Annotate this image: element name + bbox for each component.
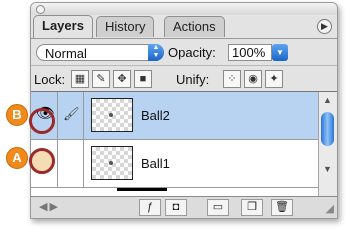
layer-thumbnail (91, 146, 133, 180)
layers-panel: Layers History Actions ▶ Normal ▲ ▼ Opaci… (30, 2, 338, 219)
unify-style-icon[interactable]: ✦ (265, 70, 283, 88)
layer-row-ball1[interactable]: Ball1 (31, 140, 318, 188)
unify-visibility-icon[interactable]: ◉ (244, 70, 262, 88)
lock-all-icon[interactable]: ■ (134, 70, 152, 88)
blend-row: Normal ▲ ▼ Opacity: 100% ▼ (31, 38, 337, 65)
lock-row: Lock: ▦ ✎ ✥ ■ Unify: ⁘ ◉ ✦ (31, 65, 337, 91)
layer-row-ball2[interactable]: 👁 🖌 Ball2 (31, 92, 318, 140)
callout-b: B (6, 104, 28, 126)
nav-arrows-icon: ◀▶ (39, 201, 60, 213)
highlight-ring-a (29, 148, 55, 174)
scroll-thumb[interactable] (321, 112, 334, 146)
trash-icon[interactable]: 🗑 (271, 199, 293, 216)
scrollbar[interactable]: ▲ ▼ (318, 92, 337, 196)
group-icon[interactable]: ▭ (207, 199, 229, 216)
scroll-up-icon[interactable]: ▲ (323, 95, 332, 105)
lock-move-icon[interactable]: ✥ (113, 70, 131, 88)
blend-mode-value: Normal (45, 46, 87, 61)
unify-position-icon[interactable]: ⁘ (223, 70, 241, 88)
opacity-field[interactable]: 100% (228, 44, 272, 61)
scroll-down-icon[interactable]: ▼ (323, 164, 332, 174)
tab-history[interactable]: History (96, 16, 155, 37)
layers-list: 👁 🖌 Ball2 Ball1 ▲ ▼ (31, 91, 337, 196)
callout-a: A (6, 147, 28, 169)
lock-label: Lock: (34, 72, 66, 87)
tab-actions[interactable]: Actions (164, 16, 225, 37)
tab-layers[interactable]: Layers (33, 15, 93, 38)
new-layer-icon[interactable]: ❐ (241, 199, 263, 216)
layer-style-icon[interactable]: ƒ (139, 199, 161, 216)
select-arrows-icon: ▲ ▼ (148, 44, 164, 61)
lock-paint-icon[interactable]: ✎ (92, 70, 110, 88)
blend-mode-select[interactable]: Normal ▲ ▼ (36, 44, 164, 61)
panel-footer: ◀▶ ƒ ◘ ▭ ❐ 🗑 ◢ (31, 196, 337, 218)
link-cell[interactable]: 🖌 (58, 92, 84, 139)
layer-name: Ball1 (141, 156, 170, 171)
opacity-label: Opacity: (168, 45, 216, 60)
panel-menu-icon[interactable]: ▶ (317, 19, 332, 34)
brush-icon: 🖌 (63, 106, 80, 121)
lock-transparent-icon[interactable]: ▦ (71, 70, 89, 88)
highlight-ring-b (29, 108, 55, 134)
panel-titlebar (31, 3, 337, 15)
unify-label: Unify: (176, 72, 210, 87)
panel-tabs: Layers History Actions ▶ (33, 15, 337, 38)
link-cell[interactable] (58, 140, 84, 187)
opacity-dropdown-icon[interactable]: ▼ (272, 44, 288, 61)
resize-grip-icon[interactable]: ◢ (326, 202, 334, 215)
layer-name: Ball2 (141, 108, 170, 123)
layer-thumbnail (91, 98, 133, 132)
close-icon[interactable] (36, 5, 45, 14)
mask-icon[interactable]: ◘ (165, 199, 187, 216)
